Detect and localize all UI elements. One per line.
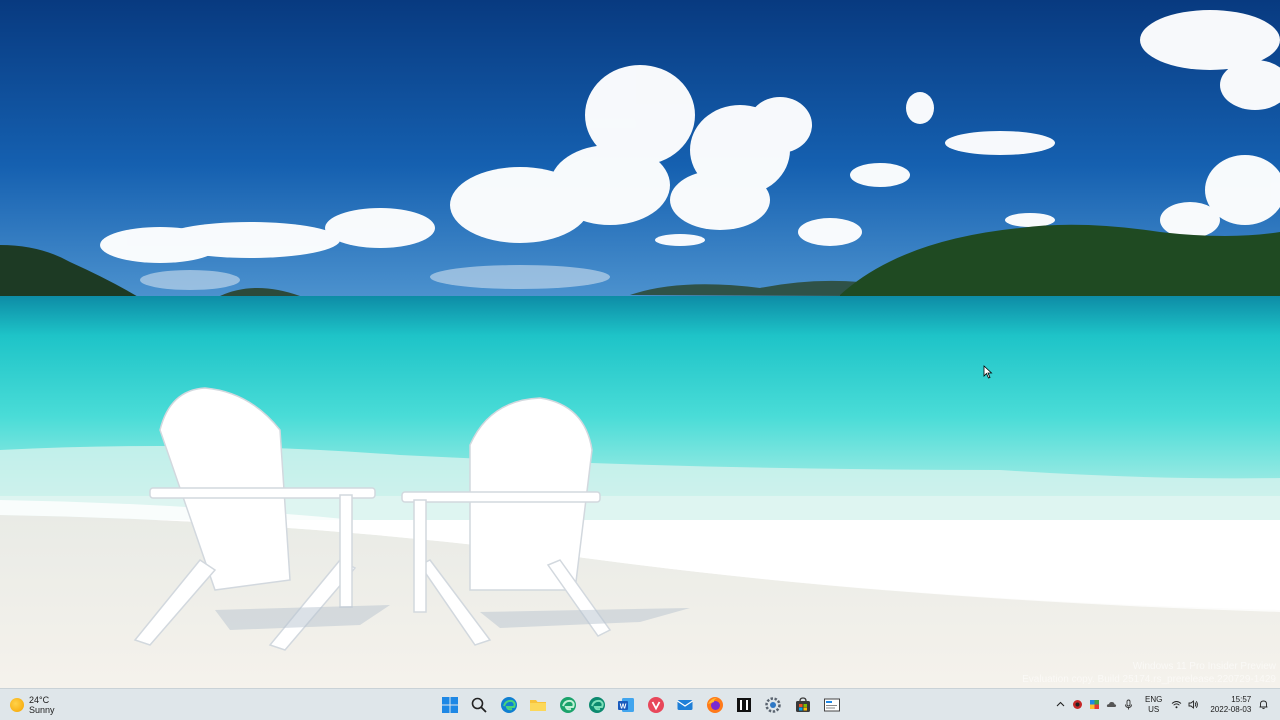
firefox-button[interactable] bbox=[702, 692, 728, 718]
mail-button[interactable] bbox=[672, 692, 698, 718]
tray-app-icon-2[interactable] bbox=[1088, 698, 1101, 711]
edge-beta-button[interactable] bbox=[555, 692, 581, 718]
desktop[interactable]: Windows 11 Pro Insider Preview Evaluatio… bbox=[0, 0, 1280, 688]
edge-beta-icon bbox=[559, 697, 576, 713]
vivaldi-button[interactable] bbox=[643, 692, 669, 718]
file-explorer-button[interactable] bbox=[525, 692, 551, 718]
clock-time: 15:57 bbox=[1231, 694, 1252, 704]
show-hidden-icons-button[interactable] bbox=[1054, 698, 1067, 711]
system-tray: ENG US 15:57 2022-08-03 bbox=[1054, 689, 1269, 720]
gear-icon bbox=[765, 697, 782, 713]
chevron-up-icon bbox=[1056, 701, 1065, 707]
language-region: US bbox=[1148, 704, 1160, 714]
svg-text:W: W bbox=[620, 703, 627, 710]
taskbar: 24°C Sunny W ENG US 15:57 2022-08-03 bbox=[0, 688, 1280, 720]
sun-icon bbox=[10, 698, 24, 712]
wifi-icon bbox=[1172, 701, 1182, 709]
settings-button[interactable] bbox=[760, 692, 786, 718]
notification-button[interactable] bbox=[1257, 699, 1269, 711]
windows-watermark: Windows 11 Pro Insider Preview Evaluatio… bbox=[1022, 660, 1276, 686]
colorful-app-icon bbox=[1090, 700, 1099, 709]
word-icon: W bbox=[618, 698, 635, 712]
microphone-icon bbox=[1125, 699, 1132, 710]
clock-date: 2022-08-03 bbox=[1210, 704, 1252, 714]
watermark-line-2: Evaluation copy. Build 25174.rs_prerelea… bbox=[1022, 674, 1276, 685]
windows-logo-icon bbox=[442, 697, 458, 713]
edge-dev-button[interactable] bbox=[584, 692, 610, 718]
weather-temperature: 24°C bbox=[29, 695, 50, 705]
beach-wallpaper bbox=[0, 0, 1280, 688]
start-button[interactable] bbox=[437, 692, 463, 718]
onedrive-button[interactable] bbox=[1105, 698, 1118, 711]
word-button[interactable]: W bbox=[613, 692, 639, 718]
security-icon bbox=[1073, 700, 1082, 709]
mail-icon bbox=[677, 700, 693, 710]
snipping-tool-button[interactable] bbox=[819, 692, 845, 718]
search-button[interactable] bbox=[466, 692, 492, 718]
search-icon bbox=[472, 697, 488, 713]
language-indicator[interactable]: ENG US bbox=[1145, 695, 1162, 715]
edge-button[interactable] bbox=[496, 692, 522, 718]
weather-widget[interactable]: 24°C Sunny bbox=[10, 693, 55, 717]
tray-app-icon-1[interactable] bbox=[1071, 698, 1084, 711]
weather-condition: Sunny bbox=[29, 705, 55, 715]
screenshot-icon bbox=[824, 698, 841, 712]
store-icon bbox=[795, 697, 810, 712]
edge-icon bbox=[500, 697, 517, 713]
edge-dev-icon bbox=[588, 697, 605, 713]
notion-button[interactable] bbox=[731, 692, 757, 718]
notion-icon bbox=[736, 698, 751, 712]
vivaldi-icon bbox=[647, 697, 664, 713]
notification-bell-icon bbox=[1259, 700, 1268, 710]
microphone-button[interactable] bbox=[1122, 698, 1135, 711]
network-button[interactable] bbox=[1170, 698, 1183, 711]
cloud-icon bbox=[1106, 701, 1117, 707]
taskbar-apps: W bbox=[437, 692, 848, 718]
volume-button[interactable] bbox=[1187, 698, 1200, 711]
firefox-icon bbox=[706, 697, 723, 713]
mouse-cursor-icon bbox=[983, 365, 993, 379]
speaker-icon bbox=[1188, 700, 1199, 709]
store-button[interactable] bbox=[790, 692, 816, 718]
folder-icon bbox=[530, 700, 547, 711]
language-code: ENG bbox=[1145, 694, 1163, 704]
clock[interactable]: 15:57 2022-08-03 bbox=[1210, 695, 1251, 715]
watermark-line-1: Windows 11 Pro Insider Preview bbox=[1132, 661, 1276, 672]
